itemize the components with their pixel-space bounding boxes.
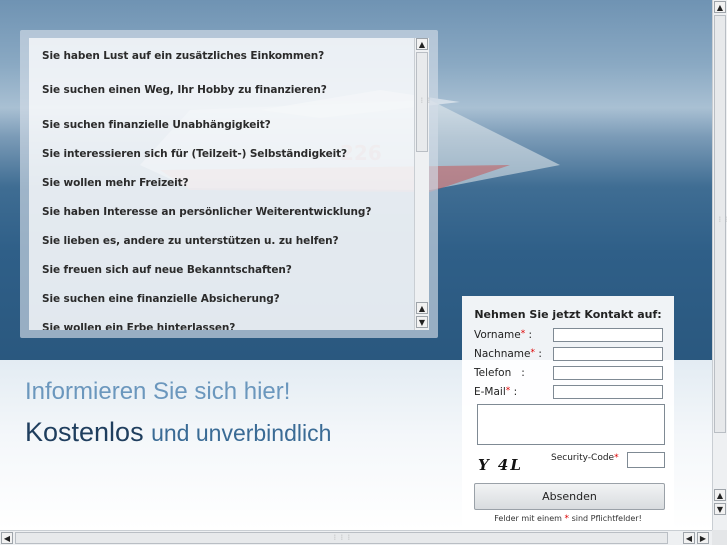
lastname-label-text: Nachname bbox=[474, 348, 531, 360]
grip-icon: ⋮⋮ bbox=[717, 216, 727, 223]
faq-list[interactable]: Sie haben Lust auf ein zusätzliches Eink… bbox=[29, 38, 414, 330]
security-code-label: Security-Code* bbox=[551, 453, 619, 463]
scrollbar-corner bbox=[712, 530, 727, 545]
page-horizontal-scroll-thumb[interactable]: ⋮⋮⋮ bbox=[15, 532, 668, 544]
lastname-input[interactable] bbox=[553, 347, 663, 361]
faq-item: Sie wollen mehr Freizeit? bbox=[42, 177, 189, 189]
faq-item: Sie haben Interesse an persönlicher Weit… bbox=[42, 206, 372, 218]
grip-icon: ⋮⋮⋮ bbox=[332, 534, 353, 541]
lastname-label: Nachname* : bbox=[474, 348, 542, 360]
faq-item: Sie lieben es, andere zu unterstützen u.… bbox=[42, 235, 339, 247]
faq-scroll-up-button[interactable]: ▲ bbox=[416, 38, 428, 50]
note-after: sind Pflichtfelder! bbox=[571, 514, 642, 523]
page-scroll-left-button-lower[interactable]: ◀ bbox=[683, 532, 695, 544]
faq-scroll-down-button[interactable]: ▼ bbox=[416, 316, 428, 328]
security-code-input[interactable] bbox=[627, 452, 665, 468]
email-input[interactable] bbox=[553, 385, 663, 399]
faq-item: Sie suchen einen Weg, Ihr Hobby zu finan… bbox=[42, 84, 327, 96]
required-mark: * bbox=[520, 329, 526, 339]
required-fields-note: Felder mit einem * sind Pflichtfelder! bbox=[462, 514, 674, 524]
free-heading-light: und unverbindlich bbox=[151, 420, 332, 446]
page-scroll-right-button[interactable]: ▶ bbox=[697, 532, 709, 544]
page-scroll-down-button[interactable]: ▼ bbox=[714, 503, 726, 515]
firstname-input[interactable] bbox=[553, 328, 663, 342]
contact-title: Nehmen Sie jetzt Kontakt auf: bbox=[474, 308, 662, 321]
page-scroll-up-button-lower[interactable]: ▲ bbox=[714, 489, 726, 501]
page-scroll-left-button[interactable]: ◀ bbox=[1, 532, 13, 544]
page-horizontal-scrollbar[interactable]: ◀ ⋮⋮⋮ ◀ ▶ bbox=[0, 530, 712, 545]
phone-label-text: Telefon bbox=[474, 367, 512, 379]
required-mark: * bbox=[614, 453, 619, 463]
faq-item: Sie suchen finanzielle Unabhängigkeit? bbox=[42, 119, 271, 131]
free-heading: Kostenlos und unverbindlich bbox=[25, 417, 331, 448]
faq-item: Sie interessieren sich für (Teilzeit-) S… bbox=[42, 148, 348, 160]
info-heading: Informieren Sie sich hier! bbox=[25, 378, 291, 405]
faq-item: Sie suchen eine finanzielle Absicherung? bbox=[42, 293, 280, 305]
email-label: E-Mail* : bbox=[474, 386, 517, 398]
firstname-label-text: Vorname bbox=[474, 329, 521, 341]
page-viewport: 226 Sie haben Lust auf ein zusätzliches … bbox=[0, 0, 712, 530]
faq-scrollbar[interactable]: ▲ ⋮⋮ ▲ ▼ bbox=[414, 38, 432, 330]
firstname-label: Vorname* : bbox=[474, 329, 532, 341]
required-mark: * bbox=[505, 386, 511, 396]
label-colon: : bbox=[528, 329, 533, 341]
required-mark: * bbox=[564, 514, 570, 524]
page-vertical-scroll-thumb[interactable]: ⋮⋮ bbox=[714, 15, 727, 433]
page-vertical-scrollbar[interactable]: ▲ ⋮⋮ ▲ ▼ bbox=[712, 0, 727, 530]
email-label-text: E-Mail bbox=[474, 386, 506, 398]
label-colon: : bbox=[513, 386, 518, 398]
label-colon: : bbox=[521, 367, 525, 379]
grip-icon: ⋮⋮ bbox=[419, 97, 433, 104]
free-heading-strong: Kostenlos bbox=[25, 417, 144, 447]
page-scroll-up-button[interactable]: ▲ bbox=[714, 1, 726, 13]
message-textarea[interactable] bbox=[477, 404, 665, 445]
captcha-image: Y 4L bbox=[478, 456, 523, 474]
faq-item: Sie freuen sich auf neue Bekanntschaften… bbox=[42, 264, 292, 276]
security-code-label-text: Security-Code bbox=[551, 453, 615, 463]
note-before: Felder mit einem bbox=[494, 514, 562, 523]
faq-scroll-thumb[interactable]: ⋮⋮ bbox=[416, 52, 432, 152]
required-mark: * bbox=[530, 348, 536, 358]
contact-form: Nehmen Sie jetzt Kontakt auf: Vorname* :… bbox=[462, 296, 674, 530]
faq-item: Sie wollen ein Erbe hinterlassen? bbox=[42, 322, 236, 330]
submit-button[interactable]: Absenden bbox=[474, 483, 665, 510]
faq-item: Sie haben Lust auf ein zusätzliches Eink… bbox=[42, 50, 325, 62]
faq-scroll-up-button-lower[interactable]: ▲ bbox=[416, 302, 428, 314]
label-colon: : bbox=[538, 348, 542, 360]
phone-input[interactable] bbox=[553, 366, 663, 380]
phone-label: Telefon : bbox=[474, 367, 525, 379]
